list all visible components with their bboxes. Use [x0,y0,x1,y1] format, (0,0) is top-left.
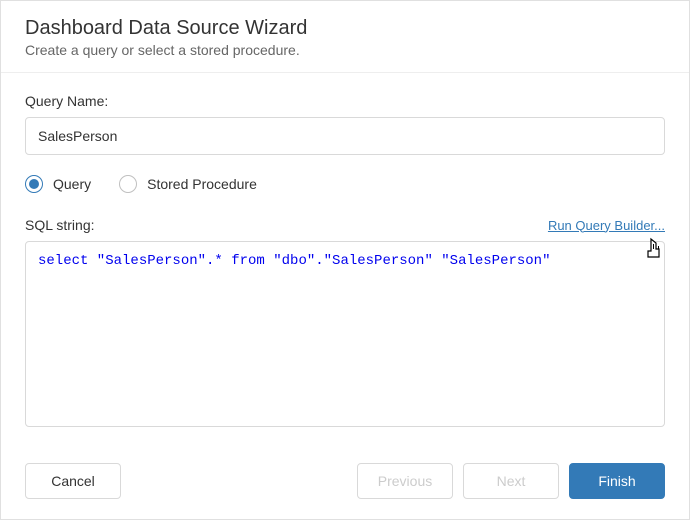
radio-query-label: Query [53,176,91,192]
wizard-body: Query Name: Query Stored Procedure SQL s… [1,73,689,447]
radio-button-icon [119,175,137,193]
query-name-input[interactable] [25,117,665,155]
wizard-title: Dashboard Data Source Wizard [25,17,665,40]
next-button[interactable]: Next [463,463,559,499]
sql-label-row: SQL string: Run Query Builder... [25,217,665,233]
radio-stored-procedure[interactable]: Stored Procedure [119,175,257,193]
cancel-button[interactable]: Cancel [25,463,121,499]
finish-button[interactable]: Finish [569,463,665,499]
wizard-header: Dashboard Data Source Wizard Create a qu… [1,1,689,73]
previous-button[interactable]: Previous [357,463,453,499]
run-query-builder-link[interactable]: Run Query Builder... [548,218,665,233]
wizard-footer: Cancel Previous Next Finish [1,447,689,519]
radio-button-icon [25,175,43,193]
query-name-label: Query Name: [25,93,665,109]
query-type-radio-group: Query Stored Procedure [25,175,665,193]
footer-right-group: Previous Next Finish [357,463,665,499]
wizard-subtitle: Create a query or select a stored proced… [25,42,665,58]
radio-stored-procedure-label: Stored Procedure [147,176,257,192]
radio-query[interactable]: Query [25,175,91,193]
wizard-container: Dashboard Data Source Wizard Create a qu… [0,0,690,520]
sql-text: select "SalesPerson".* from "dbo"."Sales… [38,253,550,269]
sql-string-textarea[interactable]: select "SalesPerson".* from "dbo"."Sales… [25,241,665,427]
sql-string-label: SQL string: [25,217,95,233]
